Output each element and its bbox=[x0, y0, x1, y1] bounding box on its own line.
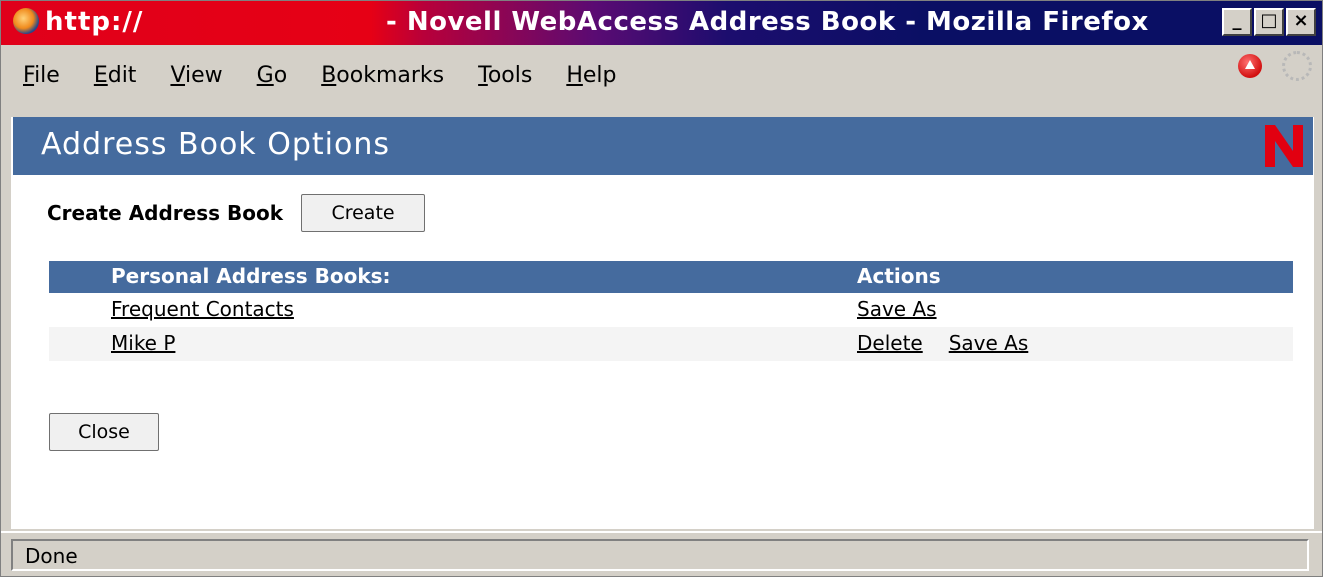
address-books-table: Personal Address Books: Actions Frequent… bbox=[49, 261, 1293, 361]
minimize-button[interactable]: _ bbox=[1222, 8, 1252, 36]
menu-view[interactable]: View bbox=[170, 63, 222, 88]
column-header-books: Personal Address Books: bbox=[111, 264, 391, 288]
save-as-link[interactable]: Save As bbox=[949, 331, 1029, 355]
menu-items: File Edit View Go Bookmarks Tools Help bbox=[23, 63, 650, 88]
address-book-link-frequent-contacts[interactable]: Frequent Contacts bbox=[111, 297, 294, 321]
column-header-actions: Actions bbox=[857, 264, 941, 288]
browser-window: http:// - Novell WebAccess Address Book … bbox=[0, 0, 1323, 577]
minimize-icon: _ bbox=[1232, 10, 1242, 31]
page-content: Address Book Options Create Address Book… bbox=[11, 117, 1314, 529]
novell-logo-icon bbox=[1265, 125, 1303, 167]
window-controls: _ □ × bbox=[1222, 8, 1316, 36]
menu-file[interactable]: File bbox=[23, 63, 60, 88]
page-title: Address Book Options bbox=[41, 127, 390, 162]
create-address-book-row: Create Address Book Create bbox=[47, 193, 426, 233]
title-bar[interactable]: http:// - Novell WebAccess Address Book … bbox=[1, 1, 1322, 45]
status-text: Done bbox=[25, 544, 78, 568]
table-header: Personal Address Books: Actions bbox=[49, 261, 1293, 293]
row-actions: Save As bbox=[857, 297, 937, 321]
firefox-icon bbox=[13, 8, 39, 34]
address-book-link-mike-p[interactable]: Mike P bbox=[111, 331, 175, 355]
menu-bar: File Edit View Go Bookmarks Tools Help bbox=[1, 45, 1322, 117]
create-button[interactable]: Create bbox=[301, 194, 426, 232]
close-icon: × bbox=[1293, 10, 1309, 31]
window-title: - Novell WebAccess Address Book - Mozill… bbox=[386, 7, 1149, 37]
status-panel: Done bbox=[11, 539, 1309, 571]
save-as-link[interactable]: Save As bbox=[857, 297, 937, 321]
menu-help[interactable]: Help bbox=[566, 63, 616, 88]
row-actions: Delete Save As bbox=[857, 331, 1028, 355]
menu-bookmarks[interactable]: Bookmarks bbox=[321, 63, 444, 88]
maximize-button[interactable]: □ bbox=[1254, 8, 1284, 36]
menu-tools[interactable]: Tools bbox=[478, 63, 532, 88]
throbber-icon bbox=[1282, 51, 1312, 81]
update-notification-icon[interactable] bbox=[1238, 54, 1262, 78]
close-window-button[interactable]: × bbox=[1286, 8, 1316, 36]
menu-go[interactable]: Go bbox=[257, 63, 288, 88]
close-button[interactable]: Close bbox=[49, 413, 159, 451]
create-address-book-label: Create Address Book bbox=[47, 201, 284, 225]
menu-edit[interactable]: Edit bbox=[94, 63, 137, 88]
status-bar: Done bbox=[1, 531, 1322, 576]
table-row: Frequent Contacts Save As bbox=[49, 293, 1293, 327]
page-header: Address Book Options bbox=[13, 117, 1313, 175]
maximize-icon: □ bbox=[1260, 10, 1278, 31]
table-row: Mike P Delete Save As bbox=[49, 327, 1293, 361]
delete-link[interactable]: Delete bbox=[857, 331, 923, 355]
title-url: http:// bbox=[45, 7, 144, 37]
